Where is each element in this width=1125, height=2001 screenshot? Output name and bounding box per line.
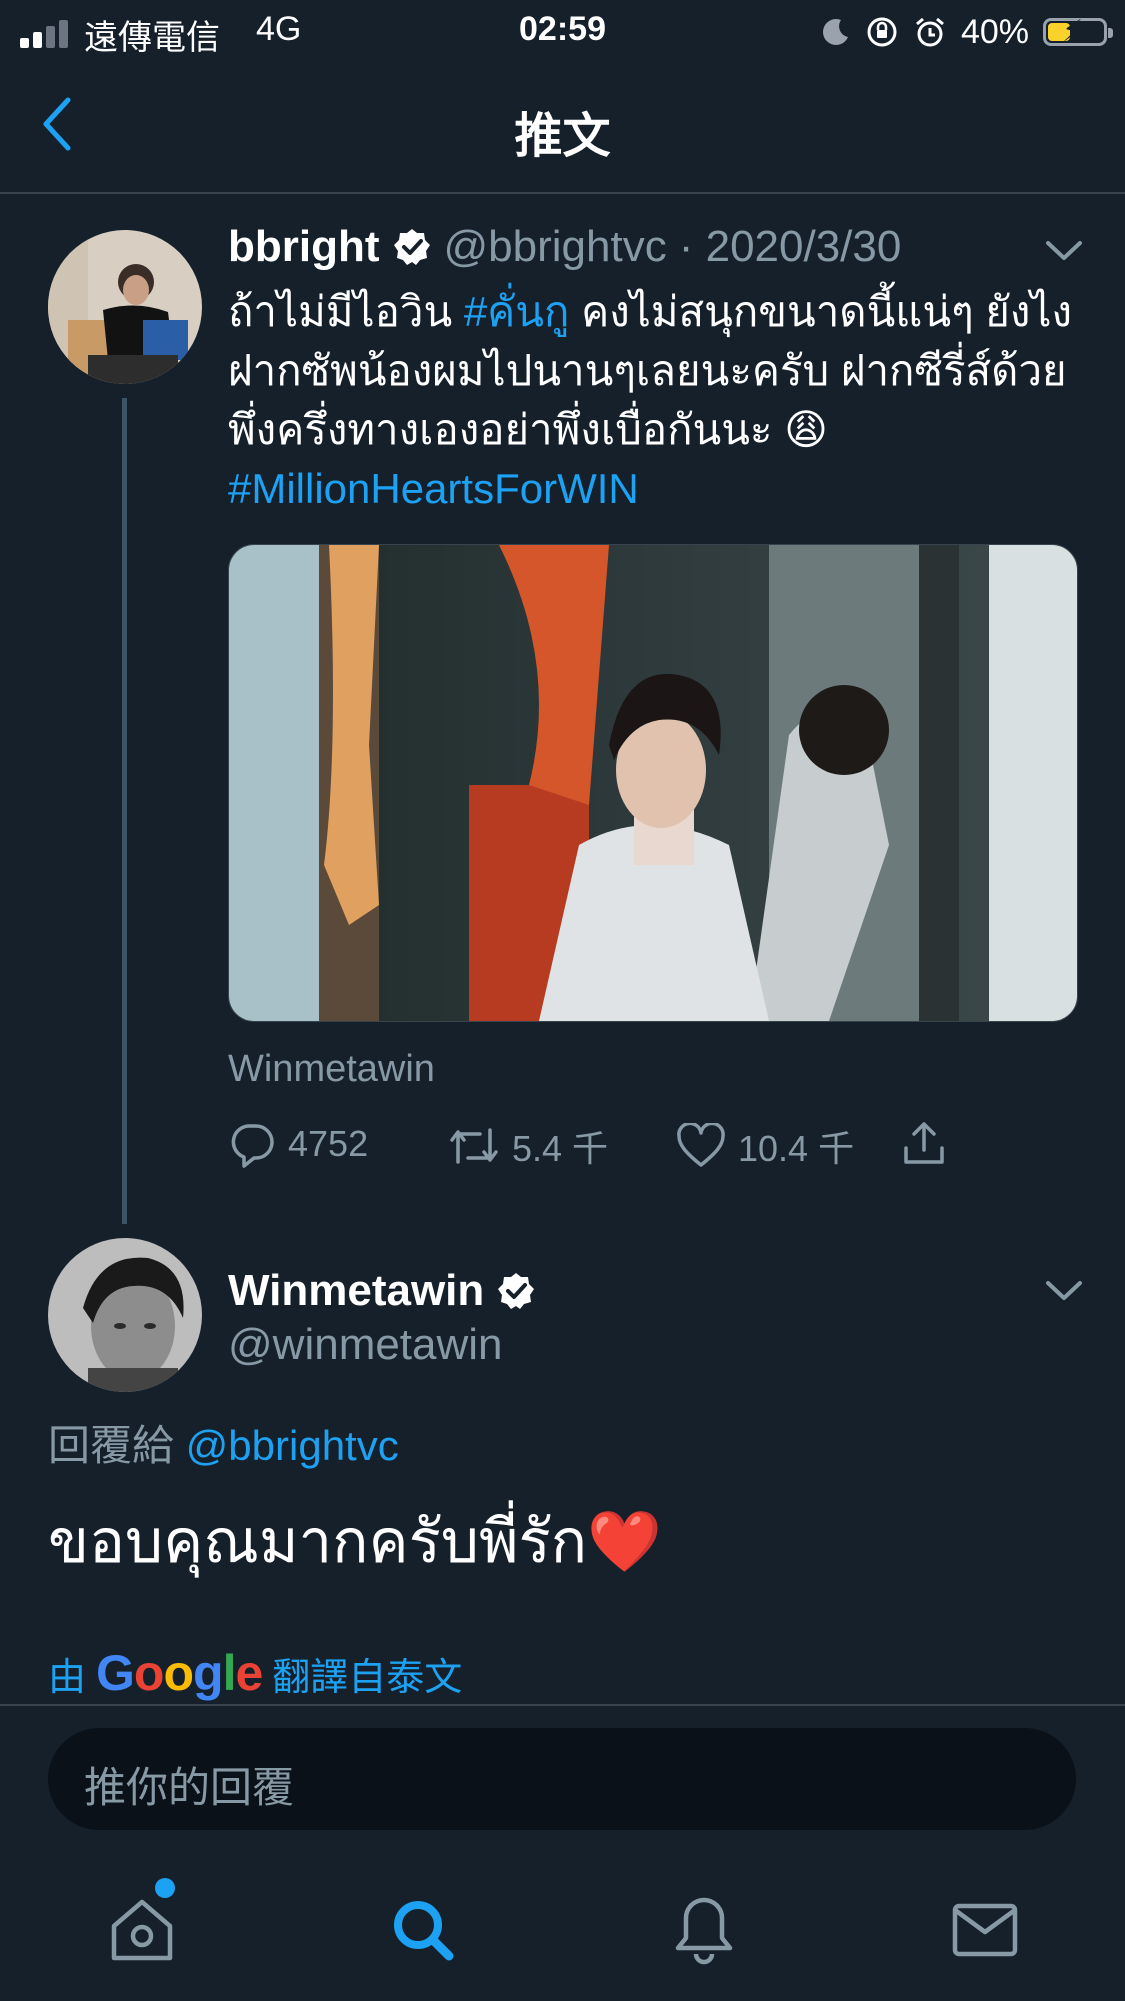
retweet-icon [450, 1128, 498, 1164]
author-handle[interactable]: @bbrightvc [444, 222, 667, 272]
messages-icon[interactable] [945, 1890, 1025, 1970]
hashtag-link[interactable]: #MillionHeartsForWIN [228, 465, 639, 512]
reply-input-placeholder: 推你的回覆 [84, 1764, 295, 1811]
verified-badge-icon [498, 1273, 535, 1309]
tweet-photo[interactable] [228, 544, 1078, 1022]
translate-suffix: 翻譯自泰文 [272, 1656, 463, 1699]
reply-icon [231, 1124, 274, 1168]
google-logo: Google [96, 1645, 263, 1701]
alarm-icon [915, 17, 944, 47]
author-name[interactable]: Winmetawin [228, 1266, 484, 1316]
battery-percent: 40% [960, 12, 1029, 51]
mention-link[interactable]: @bbrightvc [186, 1422, 399, 1469]
avatar[interactable] [48, 1238, 202, 1392]
notification-dot [155, 1878, 175, 1898]
translate-prefix: 由 [48, 1656, 87, 1699]
rotation-lock-icon [867, 17, 897, 47]
share-button[interactable] [900, 1120, 948, 1168]
avatar[interactable] [48, 230, 202, 384]
replying-to-label: 回覆給 [48, 1422, 186, 1469]
retweet-button[interactable]: 5.4 千 [448, 1120, 608, 1172]
nav-header: 推文 [0, 64, 1125, 194]
author-name[interactable]: bbright [228, 222, 380, 272]
tab-bar [0, 1850, 1125, 2001]
tweet-text-part: ถ้าไม่มีไอวิน [228, 288, 464, 335]
media-source-label[interactable]: Winmetawin [228, 1048, 435, 1091]
reply-button[interactable]: 4752 [228, 1120, 368, 1168]
replying-to: 回覆給 @bbrightvc [48, 1412, 399, 1473]
tweet-actions: 4752 5.4 千 10.4 千 [228, 1120, 1028, 1180]
tweet-date: · 2020/3/30 [678, 222, 902, 271]
home-icon[interactable] [102, 1890, 182, 1970]
author-handle[interactable]: @winmetawin [228, 1320, 503, 1370]
reply-text: ขอบคุณมากครับพี่รัก❤️ [48, 1508, 662, 1575]
moon-icon [822, 19, 848, 45]
verified-badge-icon [393, 229, 430, 265]
battery-icon: ⚡ [1043, 15, 1113, 48]
search-icon[interactable] [383, 1890, 463, 1970]
retweet-count: 5.4 千 [512, 1128, 609, 1169]
tweet-text: ถ้าไม่มีไอวิน #คั่นกู คงไม่สนุกขนาดนี้แน… [228, 282, 1088, 518]
notifications-icon[interactable] [664, 1890, 744, 1970]
reply-input[interactable]: 推你的回覆 [48, 1728, 1076, 1830]
page-title: 推文 [514, 110, 611, 163]
translate-link[interactable]: 由 Google 翻譯自泰文 [48, 1644, 462, 1702]
status-bar: 遠傳電信 4G 02:59 40% ⚡ [0, 0, 1125, 64]
hashtag-link[interactable]: #คั่นกู [464, 288, 570, 335]
heart-icon [677, 1123, 725, 1167]
like-button[interactable]: 10.4 千 [676, 1120, 854, 1172]
chevron-down-icon[interactable] [1044, 1278, 1084, 1304]
thread-connector [122, 398, 127, 1224]
share-icon [904, 1122, 944, 1164]
divider [0, 1704, 1125, 1706]
charging-bolt-icon: ⚡ [1062, 15, 1084, 48]
reply-count: 4752 [288, 1123, 369, 1164]
like-count: 10.4 千 [738, 1128, 855, 1169]
chevron-down-icon[interactable] [1044, 238, 1084, 264]
